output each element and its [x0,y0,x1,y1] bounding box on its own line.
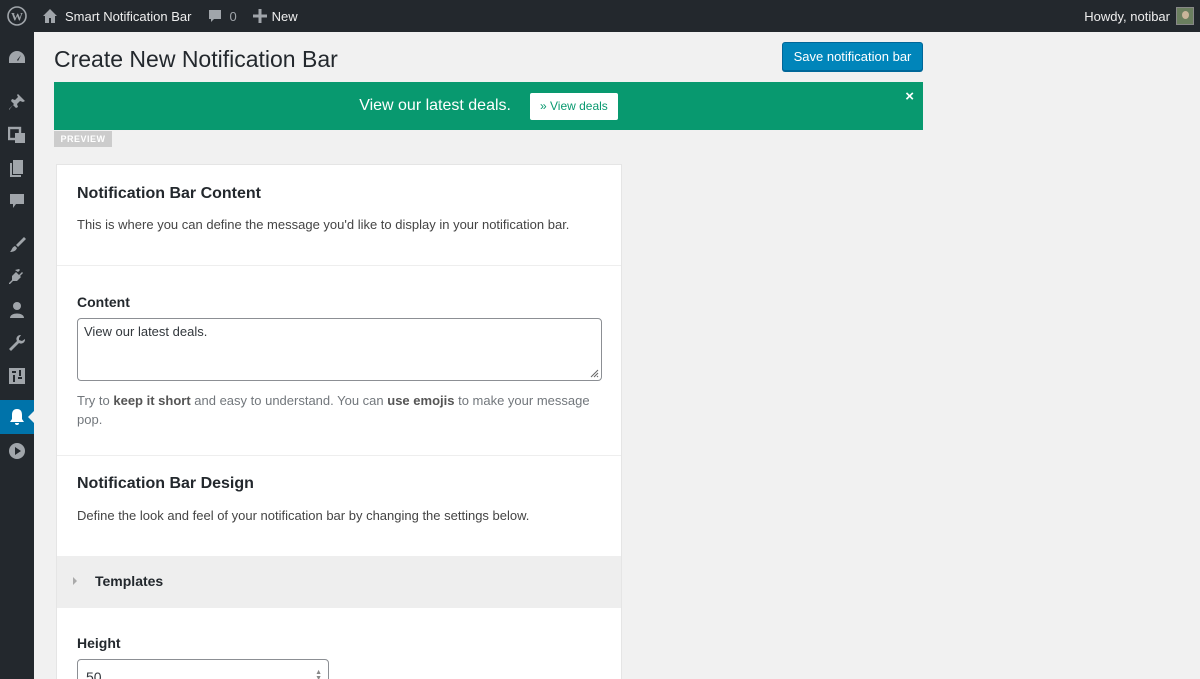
new-content-link[interactable]: New [245,0,306,32]
height-value: 50 [86,669,102,679]
play-icon[interactable] [0,434,34,468]
howdy-label: Howdy, notibar [1084,8,1170,24]
preview-cta-button[interactable]: » View deals [529,92,618,120]
height-label: Height [77,635,121,651]
close-icon[interactable]: × [905,89,914,104]
comments-icon[interactable] [0,184,34,218]
content-field-section: Content View our latest deals. Try to ke… [57,266,621,456]
pages-icon[interactable] [0,151,34,185]
bell-icon[interactable] [0,400,35,434]
plugins-icon[interactable] [0,260,34,294]
page-title: Create New Notification Bar [54,46,338,72]
resize-grip-icon[interactable] [589,368,599,378]
content-help-text: Try to keep it short and easy to underst… [77,393,590,427]
home-icon [43,9,57,23]
settings-panel: Notification Bar Content This is where y… [56,164,622,679]
templates-label: Templates [95,573,164,589]
content-textarea-value: View our latest deals. [84,324,208,339]
content-section-description: This is where you can define the message… [77,217,570,232]
admin-sidebar [0,32,35,679]
tools-icon[interactable] [0,326,34,360]
plus-icon [252,9,267,23]
templates-accordion[interactable]: Templates [57,556,621,608]
my-account[interactable]: Howdy, notibar [1084,0,1194,32]
notification-bar-preview: View our latest deals. » View deals × [54,82,923,130]
content-section-title: Notification Bar Content [77,185,261,202]
site-name-label: Smart Notification Bar [65,8,192,24]
design-intro-section: Notification Bar Design Define the look … [57,456,621,556]
wordpress-logo-icon[interactable]: W [0,0,34,32]
media-icon[interactable] [0,118,34,152]
caret-right-icon [73,577,77,585]
preview-tag: PREVIEW [54,131,112,147]
content-field-label: Content [77,294,130,310]
preview-message: View our latest deals. [359,97,511,114]
content-intro-section: Notification Bar Content This is where y… [57,165,621,266]
design-section-title: Notification Bar Design [77,475,254,492]
new-label: New [271,8,298,24]
comments-link[interactable]: 0 [199,0,244,32]
comment-count: 0 [229,8,237,24]
pin-icon[interactable] [0,85,34,119]
site-name-link[interactable]: Smart Notification Bar [34,0,199,32]
spinner-icon[interactable]: ▲ ▼ [315,669,322,679]
users-icon[interactable] [0,293,34,327]
height-input[interactable]: 50 ▲ ▼ [77,659,329,679]
avatar[interactable] [1176,7,1194,25]
dashboard-icon[interactable] [0,41,34,75]
content-textarea[interactable]: View our latest deals. [77,318,602,381]
comment-icon [209,10,222,22]
design-section-description: Define the look and feel of your notific… [77,508,530,523]
appearance-icon[interactable] [0,227,34,261]
svg-text:W: W [11,10,23,24]
admin-bar: W Smart Notification Bar 0 New Howdy, no… [0,0,1200,32]
save-notification-bar-button[interactable]: Save notification bar [782,42,923,71]
settings-icon[interactable] [0,359,34,393]
